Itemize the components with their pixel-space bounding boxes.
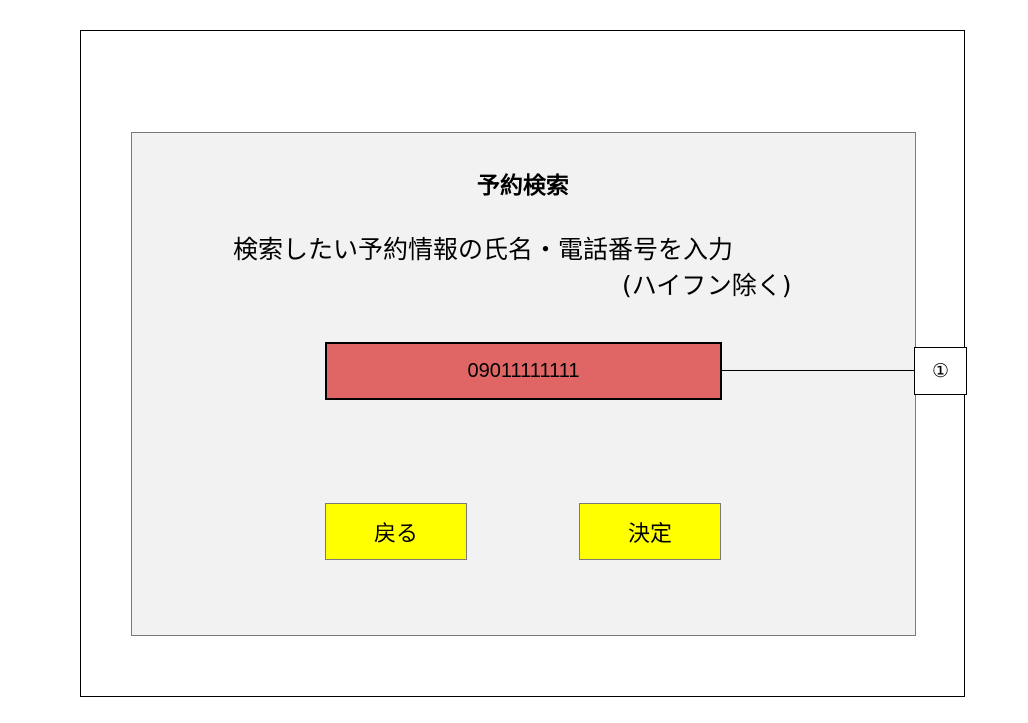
confirm-button[interactable]: 決定	[579, 503, 721, 560]
annotation-leader-line	[721, 370, 915, 371]
annotation-marker: ①	[914, 347, 967, 395]
page-title: 予約検索	[477, 173, 569, 199]
back-button[interactable]: 戻る	[325, 503, 467, 560]
instruction-note: (ハイフン除く)	[622, 271, 792, 300]
instruction-text: 検索したい予約情報の氏名・電話番号を入力	[233, 235, 734, 264]
phone-number-input[interactable]: 09011111111	[325, 342, 722, 400]
